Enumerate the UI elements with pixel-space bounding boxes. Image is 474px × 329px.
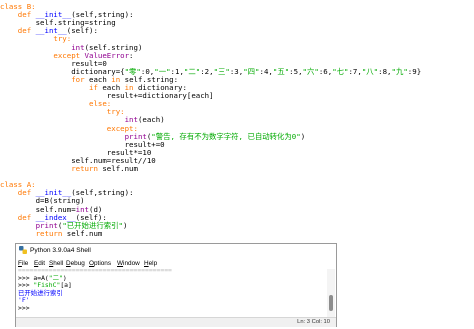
python-shell-window[interactable]: Python 3.9.0a4 Shell File Edit Shell Debug O… bbox=[15, 243, 337, 327]
code-token: (each) bbox=[137, 115, 165, 125]
menu-label-rest: elp bbox=[148, 260, 158, 267]
menu-label-rest: indow bbox=[123, 260, 140, 267]
code-token: "五" bbox=[272, 66, 290, 76]
menu-help[interactable]: Help bbox=[144, 258, 157, 269]
code-token: :2, bbox=[200, 66, 214, 76]
menu-bar: File Edit Shell Debug Options Window Help bbox=[16, 258, 336, 269]
code-token: "警告, 存有不为数字字符, 已自动转化为0" bbox=[151, 131, 301, 141]
code-token: ) bbox=[300, 131, 306, 141]
menu-label-rest: hell bbox=[53, 260, 64, 267]
code-token: (self): bbox=[66, 26, 98, 36]
code-token: "八" bbox=[361, 66, 379, 76]
code-token: :3, bbox=[229, 66, 244, 76]
vertical-scrollbar[interactable] bbox=[327, 269, 335, 317]
code-token: ) bbox=[122, 220, 128, 230]
code-token: :9} bbox=[407, 66, 422, 76]
code-token: "三" bbox=[213, 66, 230, 76]
scrollbar-thumb[interactable] bbox=[329, 295, 333, 311]
code-token: :7, bbox=[348, 66, 362, 76]
shell-output[interactable]: ========================================… bbox=[16, 269, 328, 317]
shell-line: >>> bbox=[18, 304, 33, 313]
window-title: Python 3.9.0a4 Shell bbox=[30, 247, 91, 254]
python-icon bbox=[19, 246, 27, 254]
code-token: self.num bbox=[66, 228, 103, 238]
code-token: :4, bbox=[259, 66, 273, 76]
menu-shell[interactable]: Shell bbox=[49, 258, 63, 269]
code-token: "二" bbox=[183, 66, 201, 76]
code-token: :5, bbox=[289, 66, 303, 76]
code-token: "六" bbox=[302, 66, 319, 76]
menu-debug[interactable]: Debug bbox=[66, 258, 85, 269]
code-token: : bbox=[129, 50, 134, 60]
menu-file[interactable]: File bbox=[18, 258, 28, 269]
code-token: self.num bbox=[102, 164, 138, 173]
code-token: return bbox=[35, 228, 67, 238]
code-token: "七" bbox=[332, 66, 349, 76]
cursor-position: Ln: 3 Col: 10 bbox=[297, 319, 330, 325]
menu-label-rest: ile bbox=[21, 260, 29, 267]
code-token: return bbox=[71, 164, 103, 173]
menu-edit[interactable]: Edit bbox=[34, 258, 45, 269]
menu-label-rest: ebug bbox=[70, 260, 85, 267]
status-bar: Ln: 3 Col: 10 bbox=[16, 317, 336, 327]
menu-label-rest: dit bbox=[38, 260, 46, 267]
code-line: return self.num bbox=[0, 163, 138, 174]
code-token: :8, bbox=[378, 66, 392, 76]
code-token: "九" bbox=[391, 66, 408, 76]
menu-window[interactable]: Window bbox=[117, 258, 140, 269]
code-token: "四" bbox=[243, 66, 260, 76]
menu-label-rest: ptions bbox=[93, 260, 112, 267]
code-token: :6, bbox=[318, 66, 333, 76]
title-bar[interactable]: Python 3.9.0a4 Shell bbox=[16, 244, 336, 257]
code-line: return self.num bbox=[0, 228, 103, 239]
shell-token: >>> bbox=[18, 304, 34, 312]
menu-options[interactable]: Options bbox=[89, 258, 111, 269]
code-editor: class B: def __init__(self,string): self… bbox=[0, 0, 474, 239]
